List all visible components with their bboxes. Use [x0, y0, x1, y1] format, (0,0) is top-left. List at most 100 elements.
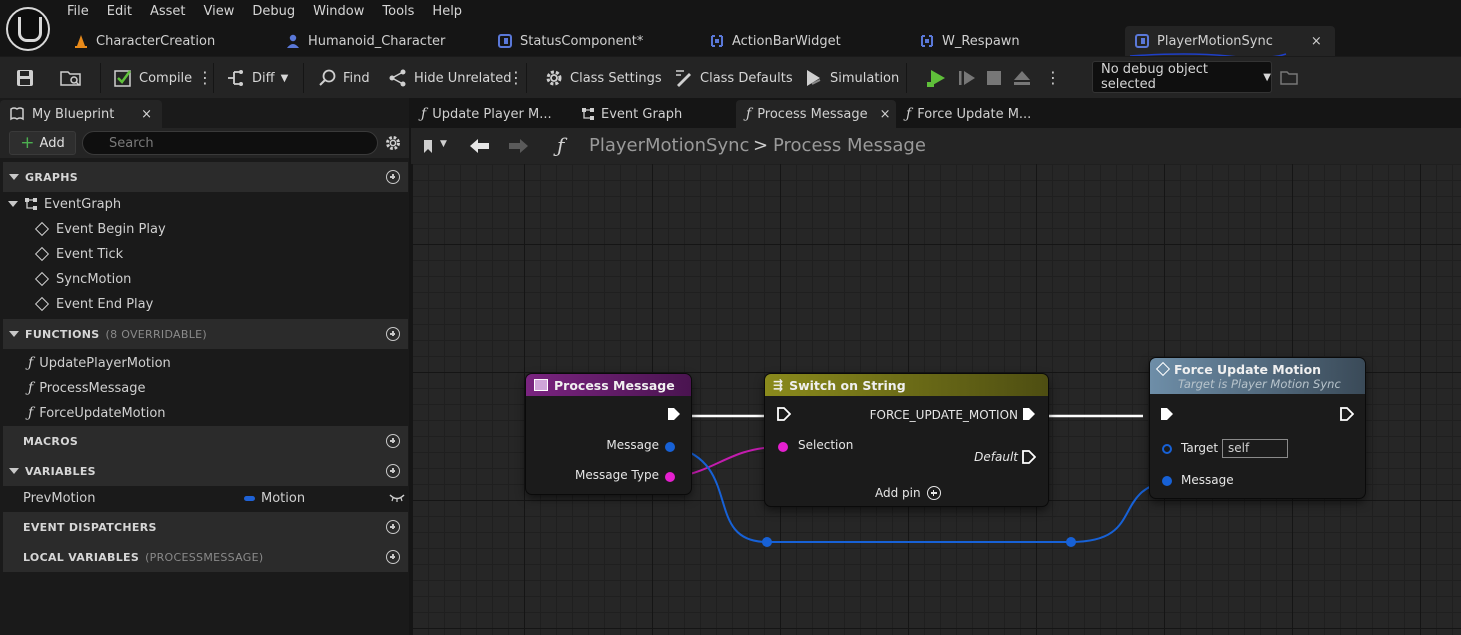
debug-object-select[interactable]: No debug object selected ▼: [1092, 61, 1272, 93]
simulation-button[interactable]: Simulation: [804, 57, 899, 99]
exec-out-pin-icon[interactable]: [1022, 450, 1036, 464]
graph-tab-label: Process Message: [757, 106, 868, 122]
message-out-pin-icon[interactable]: [665, 442, 675, 452]
unreal-logo-icon[interactable]: [6, 7, 50, 51]
message-in-pin-icon[interactable]: [1162, 476, 1172, 486]
target-in-pin-icon[interactable]: [1162, 444, 1172, 454]
menu-view[interactable]: View: [195, 3, 244, 21]
gear-icon[interactable]: [384, 134, 402, 152]
play-options-button[interactable]: ⋮: [1045, 57, 1061, 99]
compile-options-button[interactable]: ⋮: [197, 57, 213, 99]
eye-closed-icon[interactable]: [389, 493, 405, 503]
graph-tab-event-graph[interactable]: Event Graph: [571, 100, 736, 128]
function-item[interactable]: ƒ UpdatePlayerMotion: [28, 351, 171, 375]
event-item[interactable]: SyncMotion: [34, 267, 131, 291]
eject-button[interactable]: [1013, 57, 1031, 99]
exec-in-pin-icon[interactable]: [777, 407, 791, 421]
node-process-message[interactable]: Process Message Message Message Type: [526, 374, 691, 494]
save-button[interactable]: [16, 57, 34, 99]
menu-window[interactable]: Window: [304, 3, 373, 21]
stop-button[interactable]: [986, 57, 1002, 99]
add-pin-button[interactable]: Add pin: [875, 486, 941, 500]
exec-out-pin-icon[interactable]: [1022, 407, 1036, 421]
selection-in-pin-icon[interactable]: [778, 442, 788, 452]
event-diamond-icon: [34, 221, 50, 237]
graph-tab-update-player-motion[interactable]: ƒ Update Player M...: [411, 100, 571, 128]
compile-button[interactable]: Compile: [113, 57, 192, 99]
section-event-dispatchers[interactable]: EVENT DISPATCHERS: [3, 512, 408, 542]
doc-tab-charactercreation[interactable]: CharacterCreation: [74, 26, 215, 56]
doc-tab-humanoid-character[interactable]: Humanoid_Character: [286, 26, 445, 56]
event-item[interactable]: Event Tick: [34, 242, 123, 266]
bookmark-icon[interactable]: [423, 139, 437, 155]
exec-in-pin-icon[interactable]: [1160, 407, 1174, 421]
menu-file[interactable]: File: [58, 3, 98, 21]
menu-help[interactable]: Help: [423, 3, 471, 21]
section-subtitle: (8 OVERRIDABLE): [105, 327, 207, 341]
target-value-field[interactable]: self: [1222, 439, 1288, 458]
section-graphs[interactable]: GRAPHS: [3, 162, 408, 192]
node-header: ⇶ Switch on String: [765, 374, 1048, 396]
function-icon: ƒ: [746, 106, 752, 122]
graph-tab-process-message[interactable]: ƒ Process Message ×: [736, 100, 896, 128]
exec-out-pin-icon[interactable]: [667, 407, 681, 421]
graph-canvas[interactable]: Process Message Message Message Type ⇶ S…: [413, 164, 1461, 635]
menu-tools[interactable]: Tools: [373, 3, 423, 21]
add-function-icon[interactable]: [386, 327, 400, 341]
event-item[interactable]: Event End Play: [34, 292, 153, 316]
close-tab-icon[interactable]: ×: [880, 107, 891, 122]
class-settings-button[interactable]: Class Settings: [544, 57, 662, 99]
section-macros[interactable]: MACROS: [3, 426, 408, 456]
doc-tab-label: W_Respawn: [942, 33, 1020, 49]
add-event-dispatcher-icon[interactable]: [386, 520, 400, 534]
event-item[interactable]: Event Begin Play: [34, 217, 166, 241]
variable-type-pill-icon: [244, 496, 255, 501]
hide-unrelated-options-button[interactable]: ⋮: [508, 57, 524, 99]
function-item[interactable]: ƒ ProcessMessage: [28, 376, 145, 400]
graph-tab-force-update-motion[interactable]: ƒ Force Update M...: [896, 100, 1056, 128]
add-button[interactable]: + Add: [9, 131, 76, 155]
exec-out-pin-icon[interactable]: [1340, 407, 1354, 421]
section-title: VARIABLES: [25, 464, 96, 478]
hide-unrelated-button[interactable]: Hide Unrelated: [388, 57, 512, 99]
add-graph-icon[interactable]: [386, 170, 400, 184]
variable-item-prevmotion[interactable]: PrevMotion Motion: [23, 486, 407, 510]
event-diamond-icon: [34, 246, 50, 262]
close-icon[interactable]: ×: [141, 107, 152, 122]
menu-asset[interactable]: Asset: [141, 3, 195, 21]
find-button[interactable]: Find: [319, 57, 370, 99]
back-arrow-icon[interactable]: [469, 137, 491, 155]
message-type-out-pin-icon[interactable]: [665, 472, 675, 482]
toolbar-separator: [100, 63, 101, 93]
menu-edit[interactable]: Edit: [98, 3, 141, 21]
debug-browse-button[interactable]: [1280, 57, 1298, 99]
more-options-icon: ⋮: [508, 68, 524, 87]
add-macro-icon[interactable]: [386, 434, 400, 448]
add-local-variable-icon[interactable]: [386, 550, 400, 564]
doc-tab-statuscomponent[interactable]: StatusComponent*: [498, 26, 643, 56]
step-button[interactable]: [958, 57, 976, 99]
menu-debug[interactable]: Debug: [243, 3, 304, 21]
doc-tab-label: StatusComponent*: [520, 33, 644, 49]
forward-arrow-icon[interactable]: [507, 137, 529, 155]
section-functions[interactable]: FUNCTIONS (8 OVERRIDABLE): [3, 319, 408, 349]
diff-button[interactable]: Diff ▼: [226, 57, 288, 99]
chevron-down-icon[interactable]: ▼: [440, 139, 447, 149]
node-switch-on-string[interactable]: ⇶ Switch on String FORCE_UPDATE_MOTION S…: [765, 374, 1048, 506]
hide-unrelated-icon: [389, 69, 406, 87]
close-tab-icon[interactable]: ×: [1311, 34, 1322, 49]
section-variables[interactable]: VARIABLES: [3, 456, 408, 486]
search-input[interactable]: [82, 131, 378, 155]
my-blueprint-tab[interactable]: My Blueprint ×: [0, 100, 162, 128]
add-variable-icon[interactable]: [386, 464, 400, 478]
graph-item-eventgraph[interactable]: EventGraph: [8, 192, 121, 216]
class-defaults-button[interactable]: Class Defaults: [674, 57, 793, 99]
play-button[interactable]: [926, 57, 948, 99]
doc-tab-w-respawn[interactable]: W_Respawn: [920, 26, 1020, 56]
browse-button[interactable]: [60, 57, 82, 99]
node-force-update-motion[interactable]: Force Update Motion Target is Player Mot…: [1150, 358, 1365, 498]
doc-tab-actionbarwidget[interactable]: ActionBarWidget: [710, 26, 841, 56]
breadcrumb-root[interactable]: PlayerMotionSync: [589, 135, 749, 156]
function-item[interactable]: ƒ ForceUpdateMotion: [28, 401, 166, 425]
section-local-variables[interactable]: LOCAL VARIABLES (PROCESSMESSAGE): [3, 542, 408, 572]
